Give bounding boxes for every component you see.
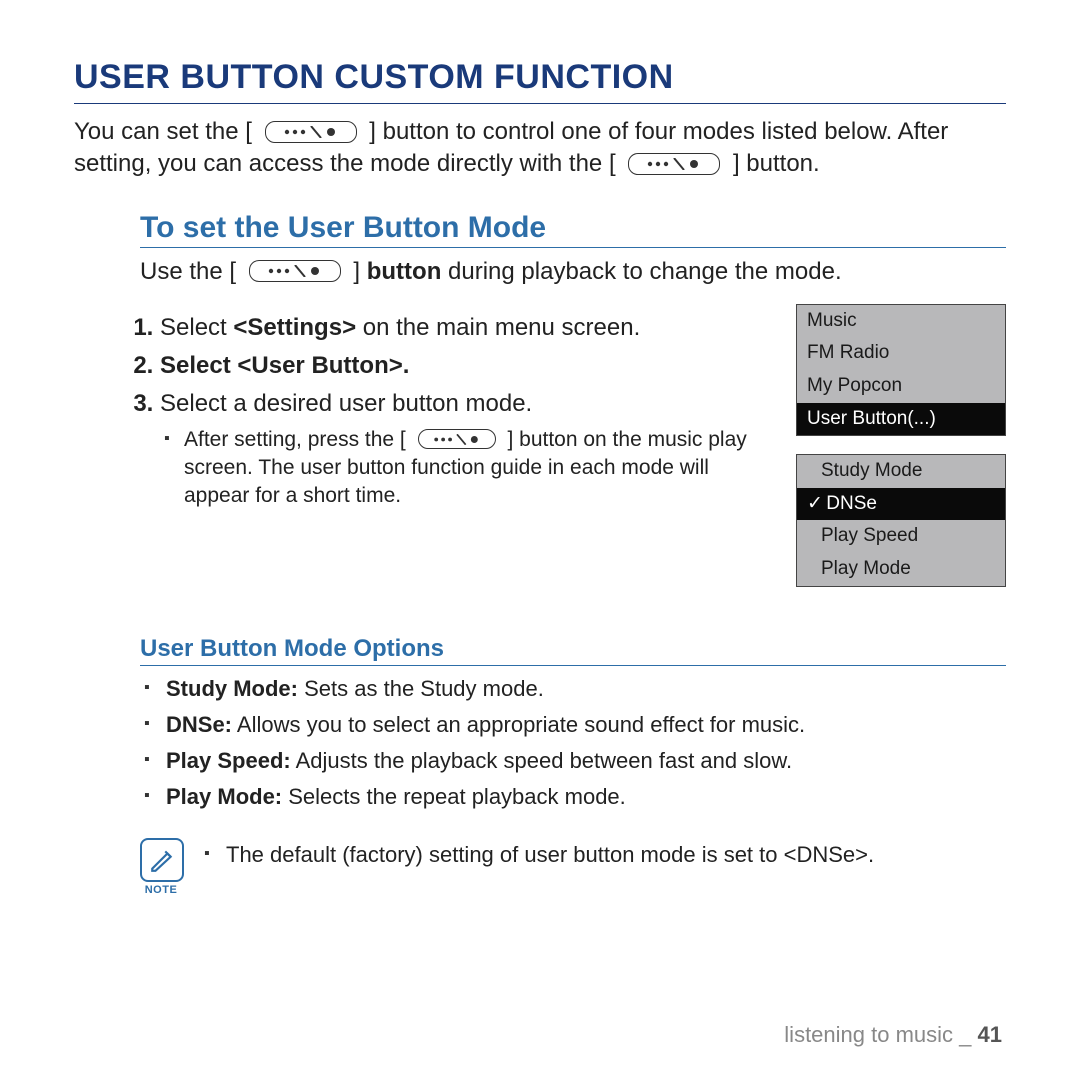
intro-text-3: ] button. [733,150,820,177]
page-footer: listening to music _ 41 [784,1022,1002,1048]
intro-paragraph: You can set the [ ] button to control on… [74,116,1006,181]
user-button-menu-screenshot: Study Mode ✓ DNSe Play Speed Play Mode [796,454,1006,586]
menu-label: DNSe [826,493,877,514]
user-button-icon [628,153,720,175]
user-button-icon [265,121,357,143]
step-pre: Select [160,314,233,341]
menu-label: Play Mode [821,558,911,579]
step-post: on the main menu screen. [356,314,640,341]
use-instruction: Use the [ ] button during playback to ch… [140,258,1006,286]
use-pre: Use the [ [140,258,236,285]
menu-item: Play Speed [797,520,1005,553]
options-list: Study Mode: Sets as the Study mode. DNSe… [140,676,1006,810]
option-name: Play Speed: [166,748,291,773]
option-name: DNSe: [166,712,232,737]
check-icon: ✓ [807,491,821,518]
note-text: The default (factory) setting of user bu… [204,842,874,868]
option-item: Play Speed: Adjusts the playback speed b… [166,748,1006,774]
step-bold: <User Button> [237,352,402,379]
menu-item-selected: User Button(...) [797,403,1005,436]
step-3: Select a desired user button mode. After… [160,390,774,511]
options-heading: User Button Mode Options [140,635,1006,666]
menu-label: Play Speed [821,525,918,546]
step-text: Select a desired user button mode. [160,390,532,417]
menu-item: Study Mode [797,455,1005,488]
option-desc: Allows you to select an appropriate soun… [232,712,805,737]
use-post: during playback to change the mode. [441,258,841,285]
option-item: Study Mode: Sets as the Study mode. [166,676,1006,702]
step-pre: Select [160,352,237,379]
page-number: 41 [978,1022,1002,1047]
note-label: NOTE [140,884,182,896]
option-desc: Selects the repeat playback mode. [282,784,626,809]
substep: After setting, press the [ [184,426,774,511]
menu-item: My Popcon [797,370,1005,403]
user-button-icon [418,429,496,449]
option-item: Play Mode: Selects the repeat playback m… [166,784,1006,810]
settings-menu-screenshot: Music FM Radio My Popcon User Button(...… [796,304,1006,436]
menu-item: Play Mode [797,553,1005,586]
steps-list: Select <Settings> on the main menu scree… [160,314,774,511]
section-heading: To set the User Button Mode [140,211,1006,248]
step-2: Select <User Button>. [160,352,774,380]
option-desc: Adjusts the playback speed between fast … [291,748,792,773]
step-bold: <Settings> [233,314,356,341]
option-name: Study Mode: [166,676,298,701]
menu-label: Study Mode [821,460,922,481]
menu-item: FM Radio [797,337,1005,370]
intro-text-1: You can set the [ [74,118,252,145]
option-item: DNSe: Allows you to select an appropriat… [166,712,1006,738]
option-name: Play Mode: [166,784,282,809]
step-post: . [403,352,410,379]
user-button-icon [249,260,341,282]
note-icon: NOTE [140,838,182,896]
page-title: USER BUTTON CUSTOM FUNCTION [74,58,1006,104]
footer-section: listening to music _ [784,1022,971,1047]
substep-pre: After setting, press the [ [184,428,406,451]
option-desc: Sets as the Study mode. [298,676,544,701]
menu-item: Music [797,305,1005,338]
step-1: Select <Settings> on the main menu scree… [160,314,774,342]
use-bold: button [367,258,442,285]
menu-item-selected: ✓ DNSe [797,488,1005,521]
use-mid: ] [353,258,366,285]
